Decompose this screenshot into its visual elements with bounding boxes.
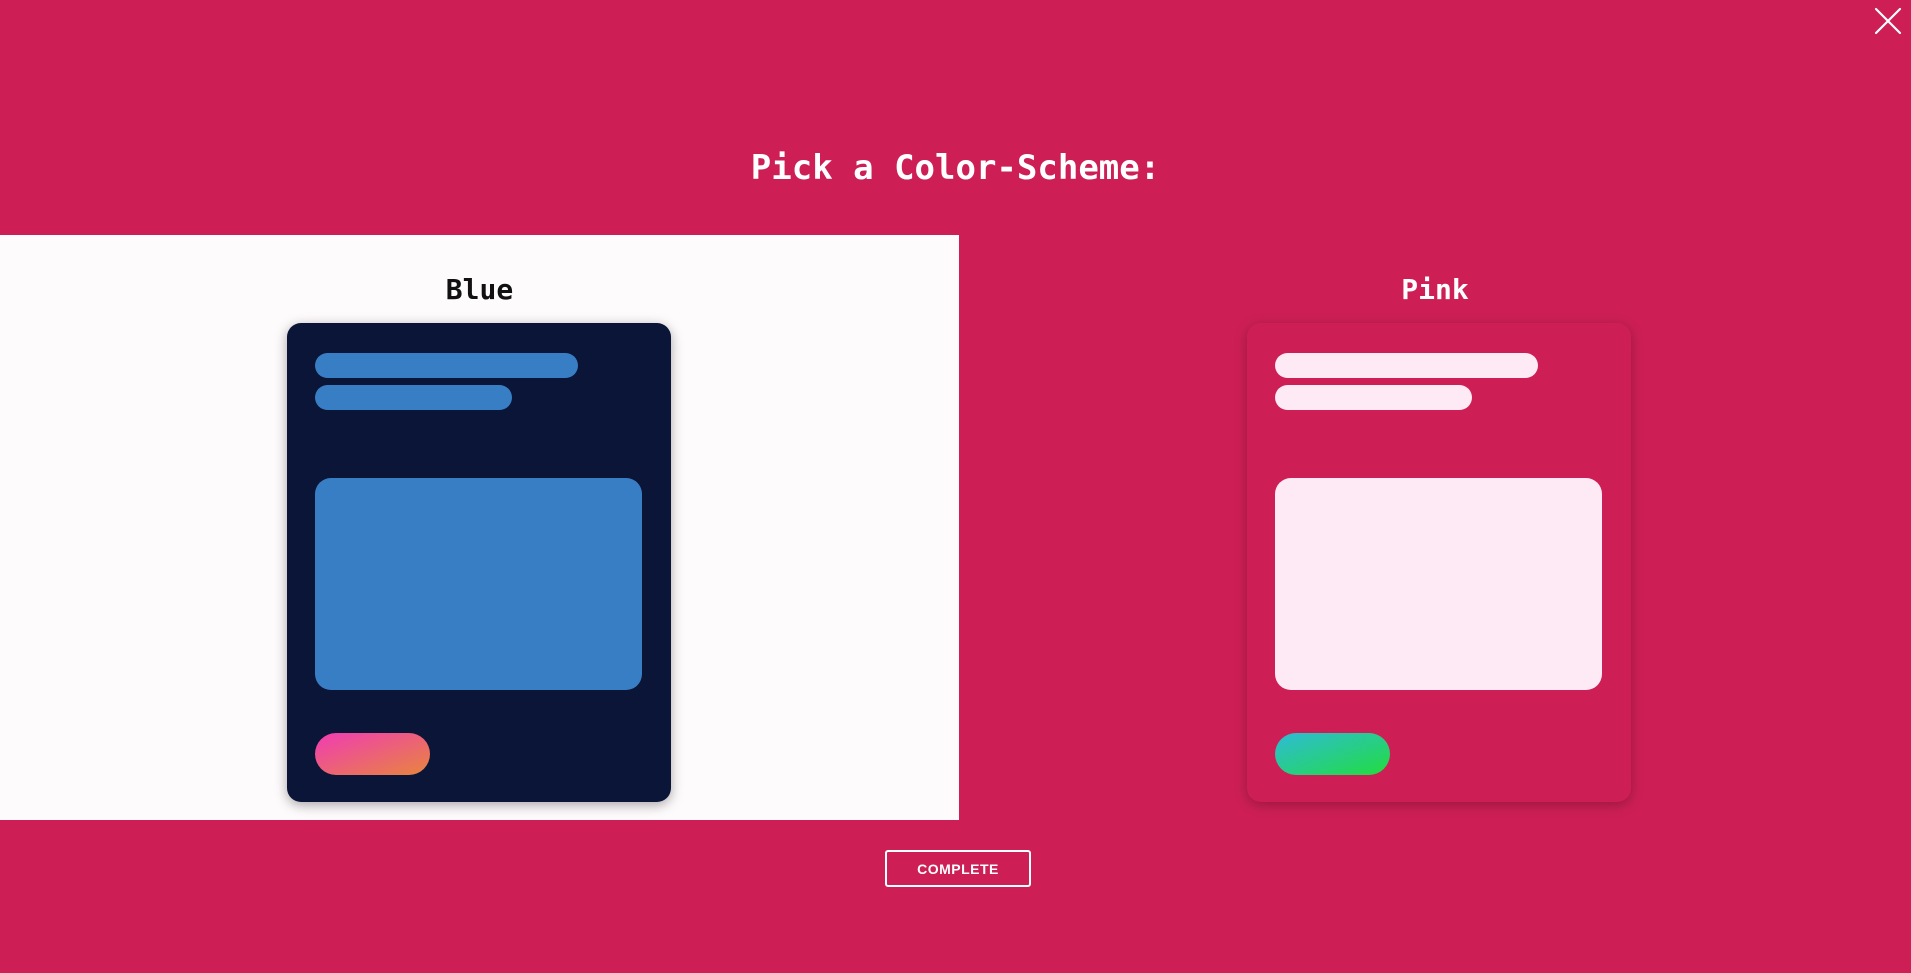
preview-content-block xyxy=(1275,478,1602,690)
preview-button xyxy=(315,733,430,775)
preview-line xyxy=(1275,353,1538,378)
scheme-option-pink[interactable]: Pink xyxy=(959,235,1911,820)
preview-button xyxy=(1275,733,1390,775)
preview-line xyxy=(315,385,512,410)
scheme-label-blue: Blue xyxy=(445,273,514,306)
close-icon xyxy=(1874,7,1902,35)
scheme-label-pink: Pink xyxy=(1401,273,1469,306)
modal-title: Pick a Color-Scheme: xyxy=(750,148,1161,188)
complete-button[interactable]: COMPLETE xyxy=(885,850,1031,887)
preview-line xyxy=(315,353,578,378)
preview-line xyxy=(1275,385,1472,410)
pink-preview-card xyxy=(1247,323,1631,802)
blue-preview-card xyxy=(287,323,671,802)
preview-content-block xyxy=(315,478,642,690)
scheme-option-blue[interactable]: Blue xyxy=(0,235,959,820)
close-button[interactable] xyxy=(1873,6,1903,36)
